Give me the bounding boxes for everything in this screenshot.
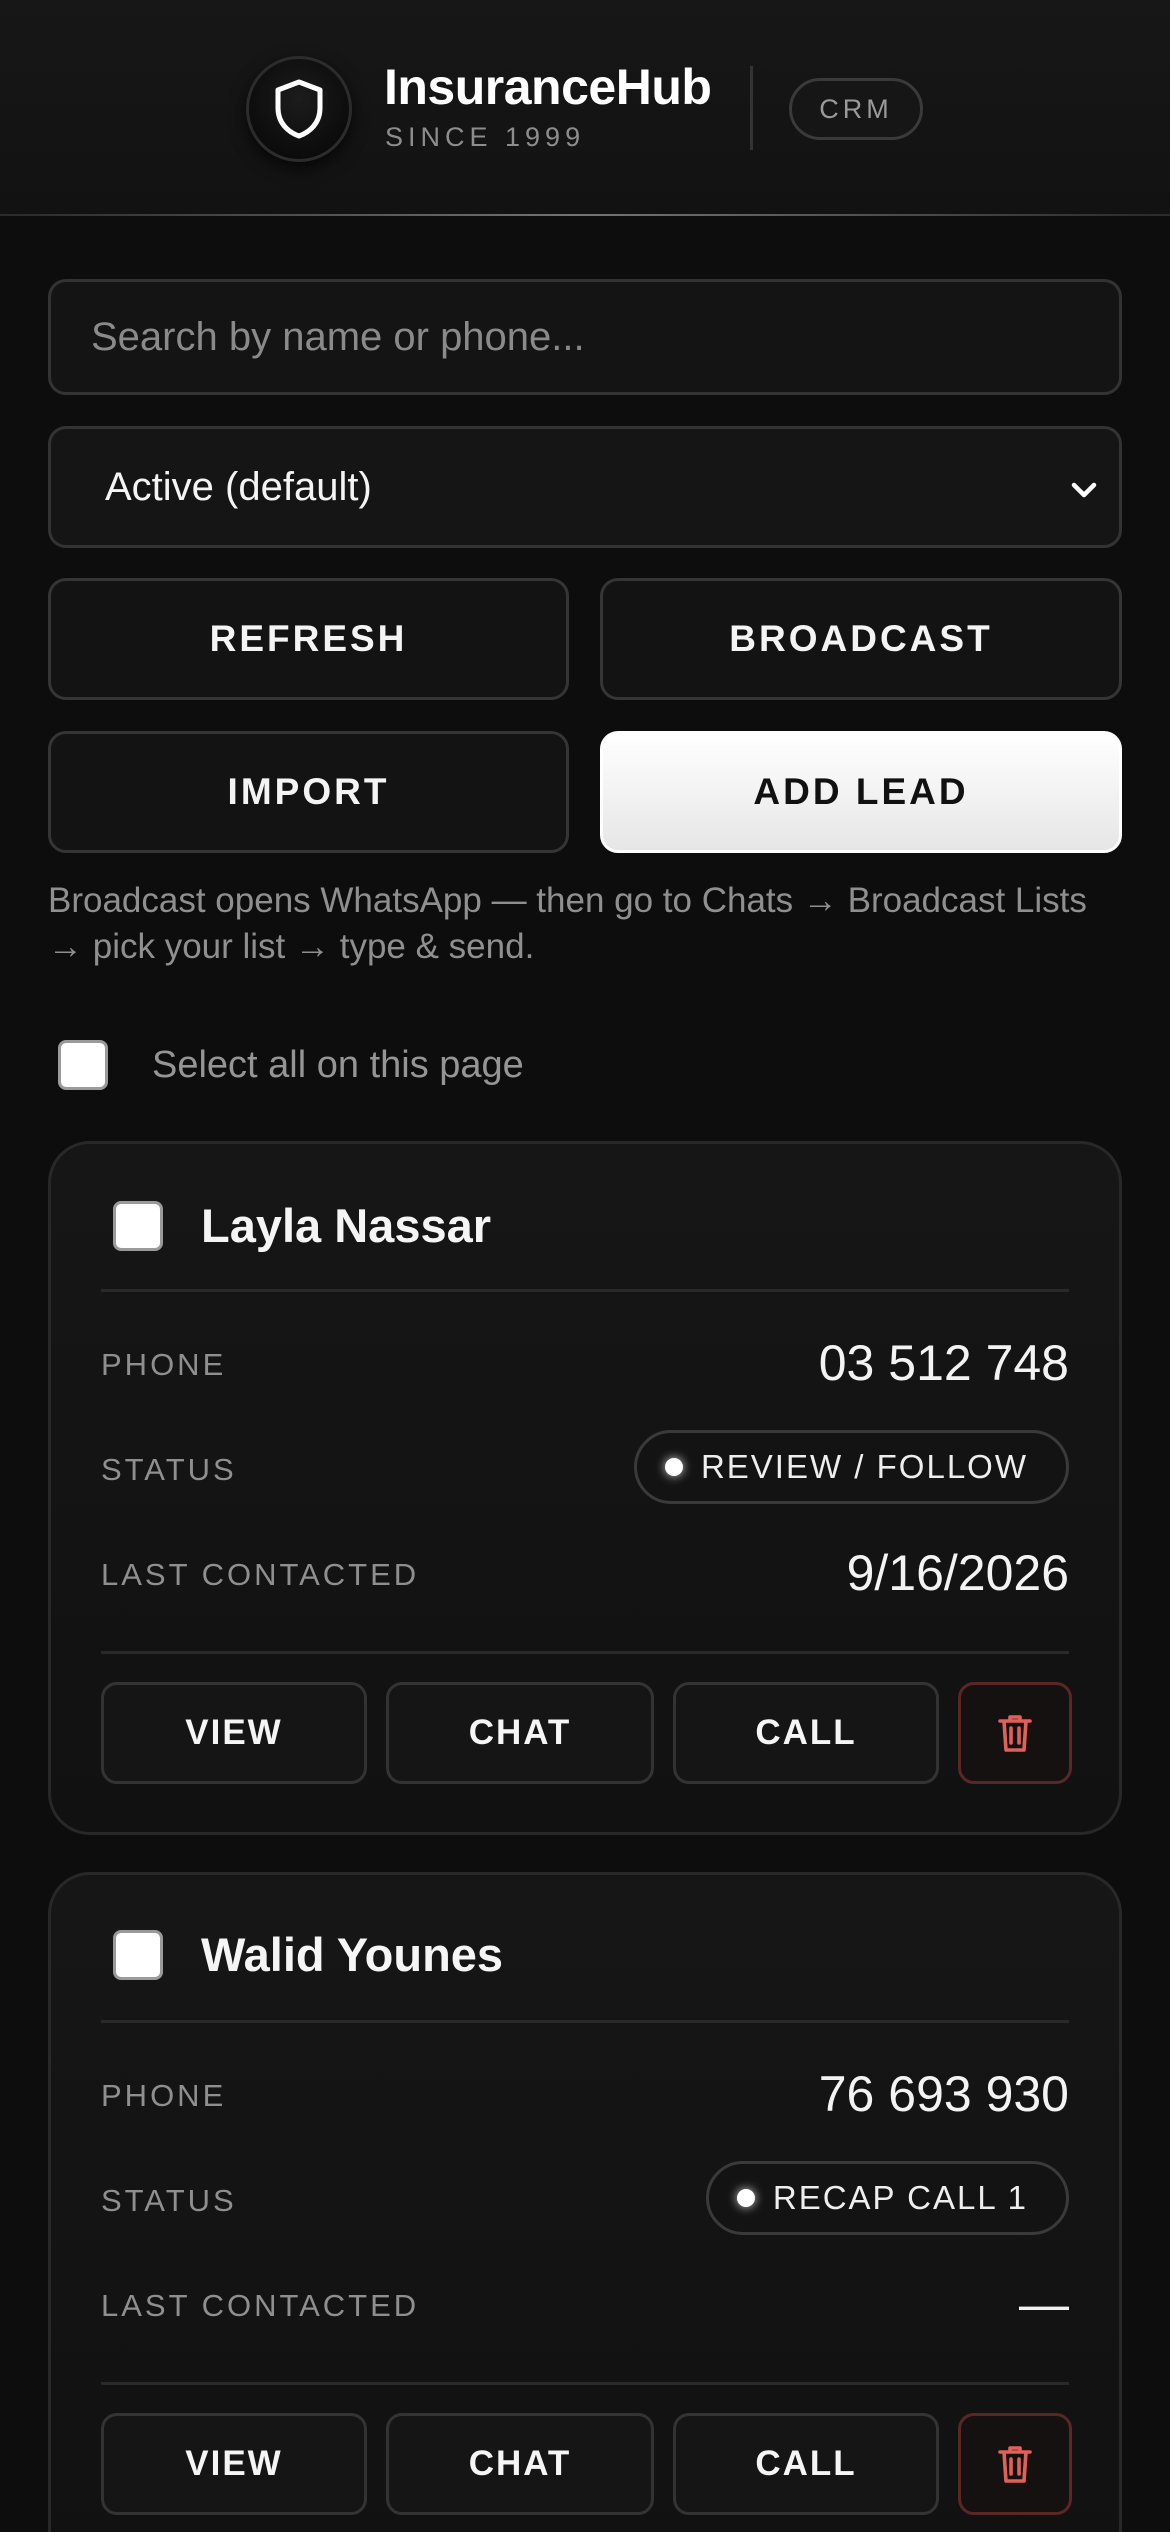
trash-icon [998, 1715, 1032, 1752]
status-text: RECAP CALL 1 [772, 2179, 1028, 2216]
lead-phone: 03 512 748 [818, 1335, 1069, 1391]
add-lead-button[interactable]: ADD LEAD [600, 731, 1122, 853]
status-filter-value: Active (default) [105, 464, 372, 509]
status-filter-select[interactable]: Active (default) [48, 426, 1122, 548]
import-button[interactable]: IMPORT [48, 731, 569, 853]
app-header: InsuranceHub SINCE 1999 CRM [0, 0, 1170, 216]
broadcast-button[interactable]: BROADCAST [600, 578, 1122, 700]
last-contacted-label: LAST CONTACTED [101, 2288, 420, 2323]
lead-name: Layla Nassar [201, 1199, 492, 1252]
last-contacted-label: LAST CONTACTED [101, 1557, 420, 1592]
search-input[interactable] [48, 279, 1122, 395]
status-text: REVIEW / FOLLOW [700, 1448, 1028, 1485]
lead-last-contacted: — [1019, 2276, 1069, 2332]
select-all-row[interactable]: Select all on this page [58, 1040, 524, 1090]
broadcast-hint: Broadcast opens WhatsApp — then go to Ch… [48, 881, 1087, 966]
delete-button[interactable] [958, 2413, 1072, 2515]
view-button[interactable]: VIEW [101, 2413, 367, 2515]
status-label: STATUS [101, 1452, 237, 1487]
lead-name: Walid Younes [201, 1928, 504, 1981]
call-button[interactable]: CALL [673, 2413, 939, 2515]
shield-icon [275, 79, 323, 139]
chevron-down-icon [1071, 482, 1097, 498]
refresh-button[interactable]: REFRESH [48, 578, 569, 700]
phone-label: PHONE [101, 1347, 227, 1382]
lead-phone: 76 693 930 [818, 2066, 1069, 2122]
status-dot-icon [736, 2189, 755, 2207]
select-all-label: Select all on this page [152, 1043, 524, 1086]
chat-button[interactable]: CHAT [386, 1682, 654, 1784]
status-dot-icon [664, 1458, 683, 1476]
lead-last-contacted: 9/16/2026 [846, 1545, 1069, 1601]
chat-button[interactable]: CHAT [386, 2413, 654, 2515]
card-divider [101, 2382, 1069, 2385]
card-divider [101, 1289, 1069, 1292]
status-badge: REVIEW / FOLLOW [633, 1430, 1069, 1504]
crm-badge: CRM [789, 78, 923, 140]
trash-icon [998, 2446, 1032, 2483]
card-divider [101, 1651, 1069, 1654]
lead-select-checkbox[interactable] [113, 1929, 163, 1980]
lead-select-checkbox[interactable] [113, 1200, 163, 1251]
logo-badge [246, 56, 352, 162]
view-button[interactable]: VIEW [101, 1682, 367, 1784]
call-button[interactable]: CALL [673, 1682, 939, 1784]
card-divider [101, 2020, 1069, 2023]
brand-tagline: SINCE 1999 [385, 122, 586, 152]
phone-label: PHONE [101, 2078, 227, 2113]
lead-card: Layla Nassar PHONE 03 512 748 STATUS REV… [48, 1141, 1122, 1835]
lead-card: Walid Younes PHONE 76 693 930 STATUS REC… [48, 1872, 1122, 2532]
brand-name: InsuranceHub [384, 59, 712, 115]
select-all-checkbox[interactable] [58, 1040, 108, 1090]
header-divider [750, 66, 753, 150]
status-badge: RECAP CALL 1 [705, 2161, 1069, 2235]
status-label: STATUS [101, 2183, 237, 2218]
delete-button[interactable] [958, 1682, 1072, 1784]
